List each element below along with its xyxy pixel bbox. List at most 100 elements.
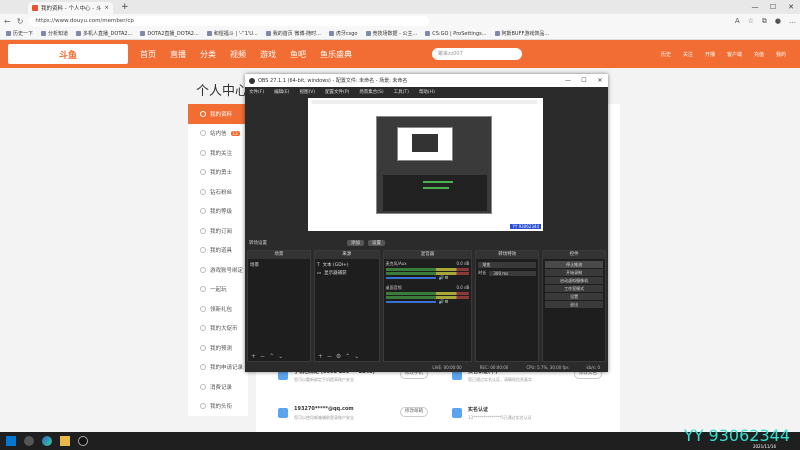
star-icon[interactable]: ☆	[748, 17, 754, 26]
favorite-item[interactable]: 多机人直播_DOTA2...	[76, 30, 132, 37]
sidebar-item-follow[interactable]: 我的关注	[188, 143, 248, 163]
menu-tools[interactable]: 工具(T)	[394, 89, 409, 95]
sidebar-item-messages[interactable]: 站内信 13	[188, 124, 248, 144]
url-input[interactable]: https://www.douyu.com/member/cp	[29, 16, 430, 26]
source-item[interactable]: T 文本 (GDI+)	[317, 261, 377, 269]
exit-button[interactable]: 退出	[545, 301, 603, 308]
menu-scene-collection[interactable]: 场景集合(S)	[359, 89, 383, 95]
refresh-icon[interactable]: ↻	[17, 17, 24, 26]
nav-game[interactable]: 游戏	[260, 49, 276, 60]
maximize-icon[interactable]: ☐	[764, 0, 782, 14]
profile-icon[interactable]: ●	[775, 17, 781, 26]
search-icon[interactable]	[24, 436, 34, 446]
duration-input[interactable]: 300 ms	[489, 270, 537, 276]
obs-titlebar[interactable]: OBS 27.1.1 (64-bit, windows) - 配置文件: 未命名…	[245, 74, 608, 87]
transition-type-select[interactable]: 渐变	[478, 262, 537, 268]
volume-meter	[385, 296, 470, 299]
header-recharge[interactable]: 充值	[754, 51, 764, 58]
more-icon[interactable]: …	[789, 17, 796, 26]
obs-close-icon[interactable]: ✕	[592, 77, 608, 84]
move-up-icon[interactable]: ⌃	[269, 353, 274, 360]
gear-icon[interactable]: ⚙	[444, 276, 448, 281]
minimize-icon[interactable]: —	[746, 0, 764, 14]
virtual-camera-button[interactable]: 启动虚拟摄像机	[545, 277, 603, 284]
nav-video[interactable]: 视频	[230, 49, 246, 60]
sidebar-item-play-together[interactable]: 一起玩	[188, 280, 248, 300]
sidebar-item-props[interactable]: 我的道具	[188, 241, 248, 261]
obs-maximize-icon[interactable]: ☐	[576, 77, 592, 84]
obs-taskbar-icon[interactable]	[78, 436, 88, 446]
favorite-item[interactable]: DOTA2直播_DOTA2...	[140, 30, 199, 37]
favorite-item[interactable]: 竞技场数据 - 公主...	[365, 30, 417, 37]
menu-view[interactable]: 视图(V)	[299, 89, 315, 95]
sidebar-item-level[interactable]: 我的等级	[188, 202, 248, 222]
menu-edit[interactable]: 编辑(E)	[274, 89, 289, 95]
font-icon[interactable]: A	[735, 17, 740, 26]
douyu-logo[interactable]: 斗鱼	[8, 44, 128, 64]
sidebar-item-prediction[interactable]: 我的预测	[188, 338, 248, 358]
windows-start-icon[interactable]	[6, 436, 16, 446]
stop-streaming-button[interactable]: 停止推流	[545, 261, 603, 268]
sidebar-item-gift-pack[interactable]: 领新礼包	[188, 299, 248, 319]
nav-category[interactable]: 分类	[200, 49, 216, 60]
sidebar-item-diamond-fans[interactable]: 钻石粉丝	[188, 182, 248, 202]
collections-icon[interactable]: ⧉	[762, 17, 767, 26]
header-follow[interactable]: 关注	[683, 51, 693, 58]
sidebar-item-titles[interactable]: 我的头衔	[188, 397, 248, 417]
file-explorer-icon[interactable]	[60, 436, 70, 446]
nav-festival[interactable]: 鱼乐盛典	[320, 49, 352, 60]
gear-icon[interactable]: ⚙	[444, 300, 448, 305]
favorite-item[interactable]: 分析知道	[41, 30, 68, 37]
source-settings-icon[interactable]: ⚙	[336, 353, 341, 360]
header-client[interactable]: 客户端	[727, 51, 742, 58]
favorite-item[interactable]: CS:GO | ProSettings...	[425, 31, 487, 37]
move-up-icon[interactable]: ⌃	[345, 353, 350, 360]
sidebar-item-spending[interactable]: 消费记录	[188, 377, 248, 397]
favorite-item[interactable]: 历史一下	[6, 30, 33, 37]
move-down-icon[interactable]: ⌄	[278, 353, 283, 360]
add-scene-icon[interactable]: +	[251, 353, 256, 360]
favorite-item[interactable]: 阿斯BUFF游戏饰品...	[494, 30, 549, 37]
scene-item[interactable]: 场景	[250, 261, 308, 269]
start-recording-button[interactable]: 开始录制	[545, 269, 603, 276]
sidebar-item-warrior[interactable]: 我的勇士	[188, 163, 248, 183]
obs-minimize-icon[interactable]: —	[560, 77, 576, 84]
header-me[interactable]: 我的	[776, 51, 786, 58]
sidebar-item-game-bind[interactable]: 游戏账号绑定	[188, 260, 248, 280]
menu-file[interactable]: 文件(F)	[249, 89, 264, 95]
nav-live[interactable]: 直播	[170, 49, 186, 60]
change-email-button[interactable]: 修改邮箱	[400, 407, 428, 417]
remove-source-icon[interactable]: −	[327, 353, 332, 360]
sidebar-item-profile[interactable]: 我的资料	[188, 104, 248, 124]
browser-tab[interactable]: 我的资料 - 个人中心 - 斗鱼 ×	[28, 2, 113, 14]
edge-icon[interactable]	[42, 436, 52, 446]
sidebar-item-subscription[interactable]: 我的订阅	[188, 221, 248, 241]
back-icon[interactable]: ←	[4, 17, 11, 26]
sidebar-item-applications[interactable]: 我的申请记录	[188, 358, 248, 378]
favorite-item[interactable]: 我的首页 微博-随时...	[265, 30, 321, 37]
studio-mode-button[interactable]: 工作室模式	[545, 285, 603, 292]
nav-home[interactable]: 首页	[140, 49, 156, 60]
nav-yuba[interactable]: 鱼吧	[290, 49, 306, 60]
transition-settings-button[interactable]: 设置	[368, 240, 385, 246]
header-history[interactable]: 历史	[661, 51, 671, 58]
menu-profile[interactable]: 配置文件(P)	[325, 89, 349, 95]
remove-scene-icon[interactable]: −	[260, 353, 265, 360]
close-window-icon[interactable]: ✕	[782, 0, 800, 14]
settings-button[interactable]: 设置	[545, 293, 603, 300]
sidebar-item-coins[interactable]: 我的大促币	[188, 319, 248, 339]
obs-preview[interactable]: YY 93062344	[308, 98, 543, 231]
source-item[interactable]: ▭ 显示器捕获	[317, 269, 377, 277]
volume-slider[interactable]	[385, 277, 436, 279]
header-broadcast[interactable]: 开播	[705, 51, 715, 58]
new-tab-icon[interactable]: +	[121, 2, 129, 12]
favorite-item[interactable]: 和惺福斗 | '-' ̄1'U...	[206, 30, 258, 37]
move-down-icon[interactable]: ⌄	[354, 353, 359, 360]
search-input[interactable]: 聚来zz007	[432, 48, 522, 60]
transition-add-button[interactable]: 添加	[347, 240, 364, 246]
volume-slider[interactable]	[385, 301, 436, 303]
add-source-icon[interactable]: +	[318, 353, 323, 360]
close-icon[interactable]: ×	[104, 5, 109, 11]
favorite-item[interactable]: 虎牙csgo	[328, 30, 358, 37]
menu-help[interactable]: 帮助(H)	[419, 89, 435, 95]
